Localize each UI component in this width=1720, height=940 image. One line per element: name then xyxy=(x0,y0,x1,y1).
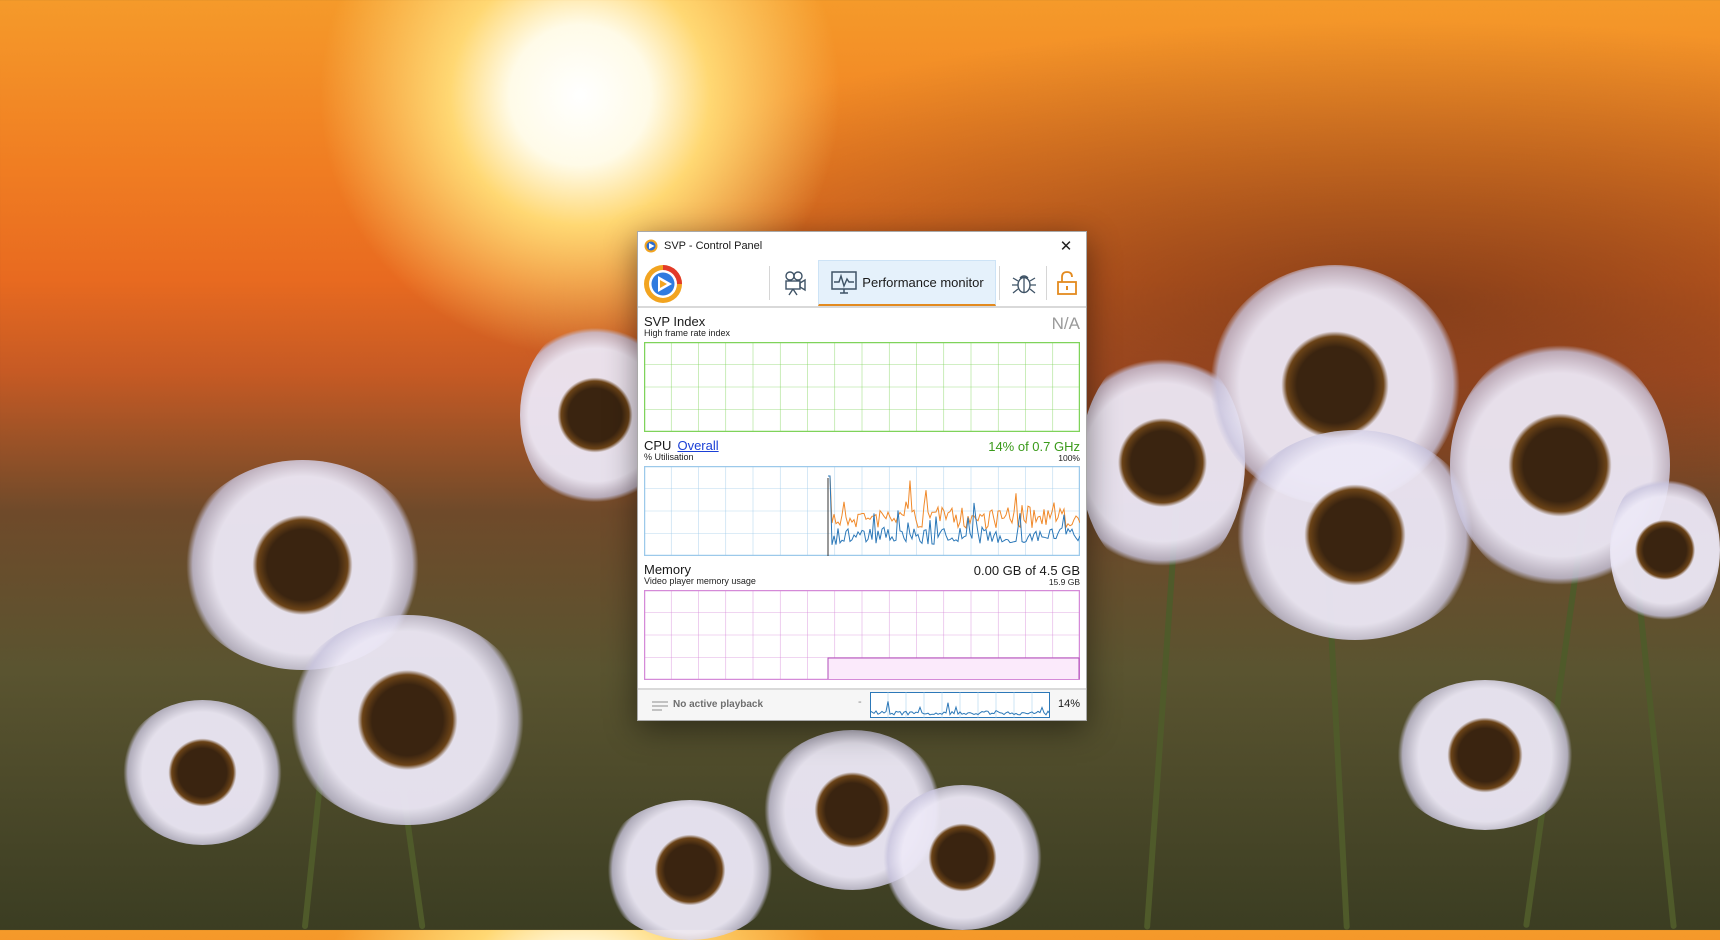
daisy-flower xyxy=(120,700,285,845)
daisy-flower xyxy=(1390,680,1580,830)
bug-icon xyxy=(1012,275,1036,294)
cpu-graph xyxy=(644,466,1080,556)
memory-value: 0.00 GB of 4.5 GB xyxy=(973,563,1080,578)
memory-scale-max: 15.9 GB xyxy=(1048,577,1080,587)
svp-index-panel: SVP Index High frame rate index N/A xyxy=(644,314,1080,434)
monitor-chart-icon xyxy=(831,270,858,294)
cpu-subtitle: % Utilisation xyxy=(644,452,694,462)
daisy-flower xyxy=(600,800,780,940)
cpu-scale-max: 100% xyxy=(1058,453,1080,463)
memory-panel: Memory Video player memory usage 0.00 GB… xyxy=(644,562,1080,682)
video-camera-icon xyxy=(785,271,806,296)
memory-usage-area xyxy=(827,657,1080,679)
memory-subtitle: Video player memory usage xyxy=(644,576,756,586)
memory-graph xyxy=(644,590,1080,680)
cpu-mode-link[interactable]: Overall xyxy=(677,438,718,453)
toolbar-separator xyxy=(769,266,770,300)
debug-button[interactable] xyxy=(1002,260,1046,306)
svp-logo-icon[interactable] xyxy=(641,263,685,305)
playback-status: No active playback xyxy=(673,699,764,710)
title-bar[interactable]: SVP - Control Panel ✕ xyxy=(638,232,1086,260)
cpu-mini-percent: 14% xyxy=(1057,698,1080,710)
daisy-flower xyxy=(285,615,530,825)
cpu-panel: CPU Overall % Utilisation 14% of 0.7 GHz … xyxy=(644,438,1080,558)
daisy-flower xyxy=(1230,430,1480,640)
svp-index-value: N/A xyxy=(1051,314,1080,333)
daisy-flower xyxy=(1610,470,1720,630)
cpu-value: 14% of 0.7 GHz xyxy=(988,439,1080,454)
tab-performance-monitor[interactable]: Performance monitor xyxy=(818,260,996,306)
window-title: SVP - Control Panel xyxy=(664,240,763,252)
list-icon xyxy=(652,701,668,711)
memory-title: Memory xyxy=(644,562,691,577)
toolbar: Performance monitor xyxy=(638,260,1086,308)
svp-index-title: SVP Index xyxy=(644,314,706,329)
svp-control-panel-window: SVP - Control Panel ✕ Performance monito… xyxy=(637,231,1087,721)
unlock-icon xyxy=(1057,271,1077,295)
cpu-label: CPU xyxy=(644,438,672,453)
toolbar-separator xyxy=(1046,266,1047,300)
mini-dash: - xyxy=(858,696,862,708)
cpu-title: CPU Overall xyxy=(644,438,719,453)
daisy-flower xyxy=(880,785,1045,930)
svp-index-graph xyxy=(644,342,1080,432)
cpu-mini-graph xyxy=(870,692,1050,718)
toolbar-separator xyxy=(999,266,1000,300)
svp-logo-icon xyxy=(644,239,658,253)
close-button[interactable]: ✕ xyxy=(1046,232,1086,260)
svp-index-subtitle: High frame rate index xyxy=(644,328,731,338)
status-bar: No active playback - 14% xyxy=(638,688,1086,720)
tab-label: Performance monitor xyxy=(862,275,984,290)
video-camera-button[interactable] xyxy=(772,260,818,306)
unlock-button[interactable] xyxy=(1048,260,1086,306)
